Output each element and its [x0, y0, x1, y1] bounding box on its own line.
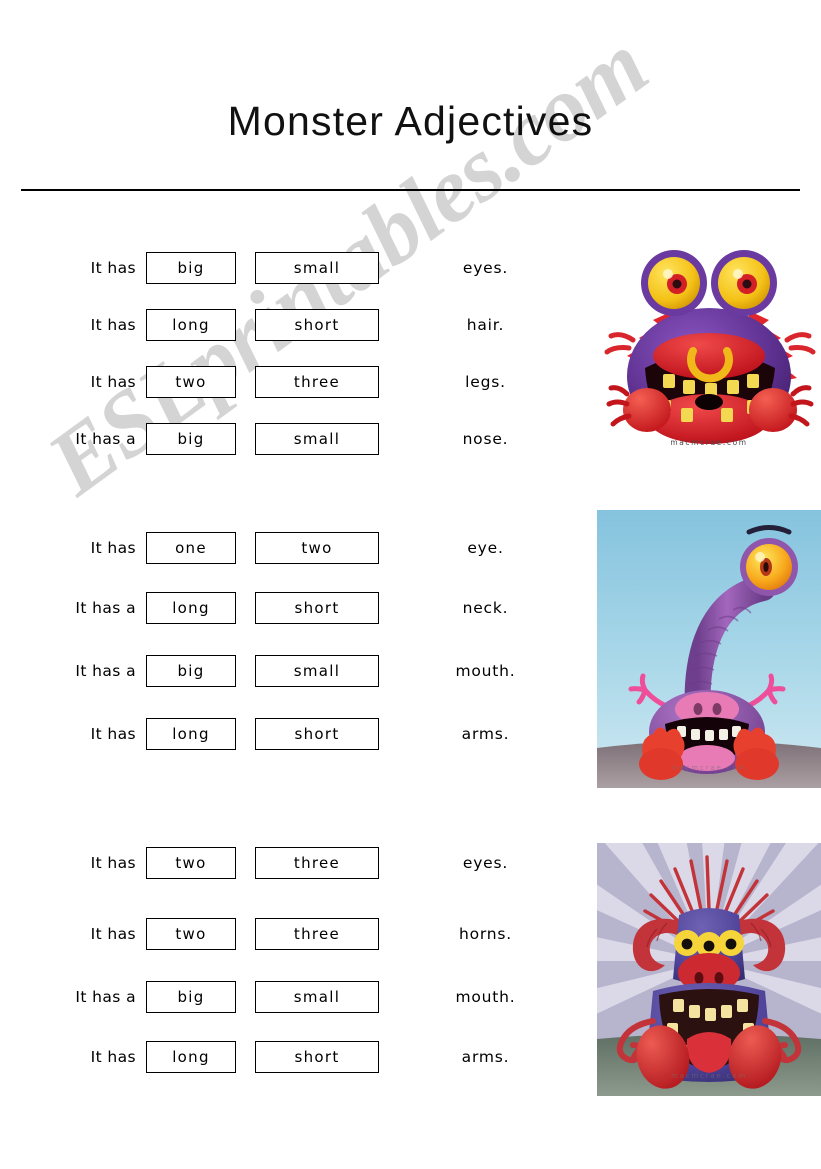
monster-three-illustration [597, 843, 821, 1096]
pupil-left [681, 938, 693, 950]
nostril-left [693, 703, 703, 715]
nostril-right [712, 703, 722, 715]
choice-option-a[interactable]: two [146, 918, 236, 950]
table-row: It has a big small mouth. [0, 980, 580, 1014]
choice-option-b[interactable]: small [255, 423, 379, 455]
row-subject: It has a [75, 430, 136, 448]
table-row: It has one two eye. [0, 531, 580, 565]
eye-highlight [755, 552, 765, 562]
eye-highlight-right [733, 269, 743, 279]
table-row: It has long short arms. [0, 717, 580, 751]
row-subject: It has a [75, 599, 136, 617]
row-noun: mouth. [455, 988, 516, 1006]
pupil-right [742, 279, 752, 289]
choice-option-a[interactable]: long [146, 718, 236, 750]
choice-option-b[interactable]: two [255, 532, 379, 564]
eye-highlight-left [663, 269, 673, 279]
pupil [763, 562, 769, 572]
row-subject: It has [90, 373, 136, 391]
choice-option-b[interactable]: small [255, 981, 379, 1013]
table-row: It has two three eyes. [0, 846, 580, 880]
choice-option-a[interactable]: long [146, 309, 236, 341]
row-noun: mouth. [455, 662, 516, 680]
row-subject: It has a [75, 662, 136, 680]
row-noun: eyes. [462, 259, 509, 277]
upper-lip [653, 333, 765, 379]
pupil-center [703, 940, 715, 952]
pupil-right [725, 938, 737, 950]
choice-option-b[interactable]: small [255, 252, 379, 284]
hand-left [606, 385, 671, 432]
row-subject: It has a [75, 988, 136, 1006]
throat [695, 394, 723, 410]
figure-caption: macmcrae.com [671, 764, 747, 772]
table-row: It has long short hair. [0, 308, 580, 342]
row-noun: hair. [466, 316, 505, 334]
choice-option-b[interactable]: short [255, 592, 379, 624]
choice-option-a[interactable]: long [146, 592, 236, 624]
choice-option-b[interactable]: short [255, 718, 379, 750]
choice-option-a[interactable]: long [146, 1041, 236, 1073]
monster-two-image: macmcrae.com [597, 510, 821, 788]
pupil-left [672, 279, 682, 289]
choice-option-a[interactable]: big [146, 252, 236, 284]
row-noun: eyes. [462, 854, 509, 872]
choice-option-a[interactable]: big [146, 981, 236, 1013]
figure-caption: macmcrae.com [671, 1072, 747, 1080]
nostril-left [694, 972, 704, 984]
row-subject: It has [90, 1048, 136, 1066]
row-noun: arms. [461, 1048, 510, 1066]
choice-option-a[interactable]: one [146, 532, 236, 564]
row-noun: arms. [461, 725, 510, 743]
choice-option-b[interactable]: short [255, 1041, 379, 1073]
choice-option-b[interactable]: three [255, 847, 379, 879]
row-noun: nose. [462, 430, 509, 448]
choice-option-a[interactable]: big [146, 423, 236, 455]
choice-option-b[interactable]: small [255, 655, 379, 687]
row-noun: neck. [462, 599, 509, 617]
choice-option-b[interactable]: short [255, 309, 379, 341]
nostril-right [714, 972, 724, 984]
choice-option-a[interactable]: two [146, 847, 236, 879]
table-row: It has long short arms. [0, 1040, 580, 1074]
hand-right [749, 385, 814, 432]
row-subject: It has [90, 316, 136, 334]
table-row: It has two three horns. [0, 917, 580, 951]
row-noun: eye. [467, 539, 504, 557]
monster-one-image: macmcrae.com [597, 228, 821, 450]
row-subject: It has [90, 725, 136, 743]
row-subject: It has [90, 925, 136, 943]
row-noun: legs. [465, 373, 506, 391]
row-subject: It has [90, 854, 136, 872]
choice-option-b[interactable]: three [255, 366, 379, 398]
choice-option-b[interactable]: three [255, 918, 379, 950]
table-row: It has a big small nose. [0, 422, 580, 456]
worksheet-rows: It has big small eyes. It has long short… [0, 0, 580, 1169]
monster-three-image: macmcrae.com [597, 843, 821, 1096]
table-row: It has a long short neck. [0, 591, 580, 625]
monster-two-illustration [597, 510, 821, 788]
table-row: It has big small eyes. [0, 251, 580, 285]
monster-one-illustration [604, 250, 816, 444]
table-row: It has two three legs. [0, 365, 580, 399]
row-subject: It has [90, 539, 136, 557]
choice-option-a[interactable]: big [146, 655, 236, 687]
row-noun: horns. [458, 925, 513, 943]
choice-option-a[interactable]: two [146, 366, 236, 398]
table-row: It has a big small mouth. [0, 654, 580, 688]
figure-caption: macmcrae.com [670, 438, 748, 447]
row-subject: It has [90, 259, 136, 277]
